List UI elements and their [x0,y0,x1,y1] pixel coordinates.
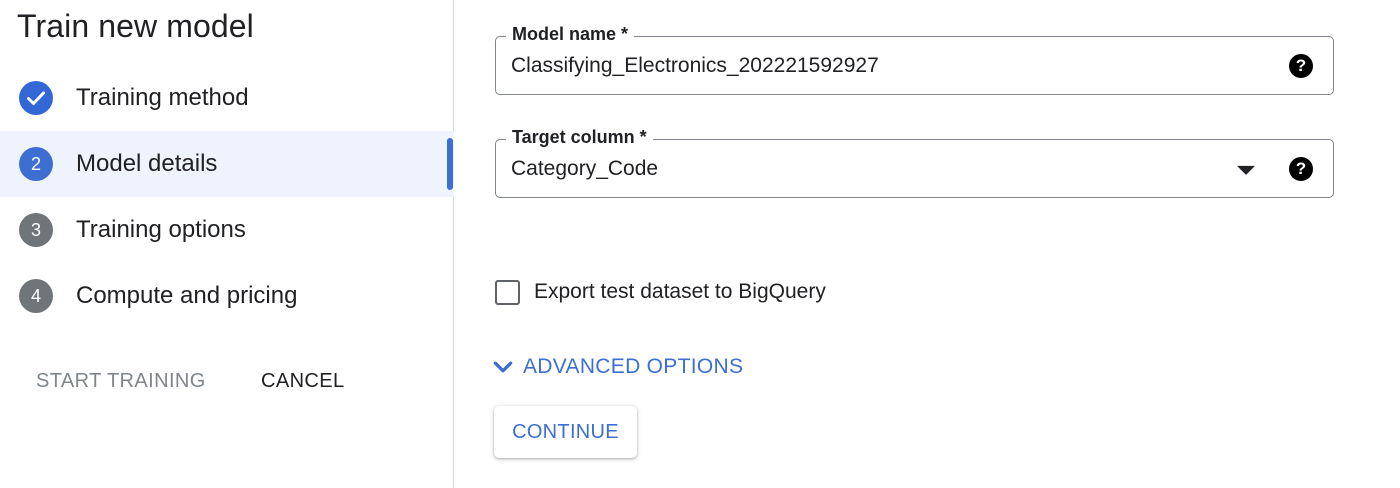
target-column-value: Category_Code [511,156,659,180]
cancel-button[interactable]: CANCEL [261,364,345,398]
help-icon[interactable]: ? [1289,156,1313,181]
step-number-badge: 4 [19,279,53,313]
chevron-down-icon [493,361,513,373]
target-column-select[interactable]: Target column * Category_Code ? [495,127,1334,198]
model-name-input[interactable]: Classifying_Electronics_202221592927 [511,54,879,78]
active-step-indicator [447,138,453,190]
model-name-label: Model name * [506,24,635,45]
stepper-panel: Train new model Training method 2 Model … [0,0,454,488]
model-name-field[interactable]: Model name * Classifying_Electronics_202… [495,24,1334,95]
export-test-dataset-label: Export test dataset to BigQuery [534,280,826,303]
advanced-options-label: ADVANCED OPTIONS [523,355,744,378]
target-column-label: Target column * [506,127,653,148]
step-number-badge: 3 [19,213,53,247]
step-compute-and-pricing[interactable]: 4 Compute and pricing [0,263,454,329]
step-training-options[interactable]: 3 Training options [0,197,454,263]
step-label: Training method [76,84,249,111]
advanced-options-toggle[interactable]: ADVANCED OPTIONS [490,352,743,382]
continue-button[interactable]: CONTINUE [494,406,637,458]
step-training-method[interactable]: Training method [0,65,454,131]
step-model-details[interactable]: 2 Model details [0,131,454,197]
dropdown-arrow-icon[interactable] [1237,165,1255,175]
train-model-page: Train new model Training method 2 Model … [0,0,1400,488]
page-title: Train new model [17,8,254,44]
check-icon [19,81,53,115]
export-test-dataset-checkbox[interactable] [495,279,520,305]
step-label: Training options [76,216,246,243]
step-label: Compute and pricing [76,282,298,309]
start-training-button[interactable]: START TRAINING [36,364,206,398]
export-test-dataset-option[interactable]: Export test dataset to BigQuery [495,278,826,306]
help-icon[interactable]: ? [1289,53,1313,78]
step-number-badge: 2 [19,147,53,181]
step-label: Model details [76,150,218,177]
